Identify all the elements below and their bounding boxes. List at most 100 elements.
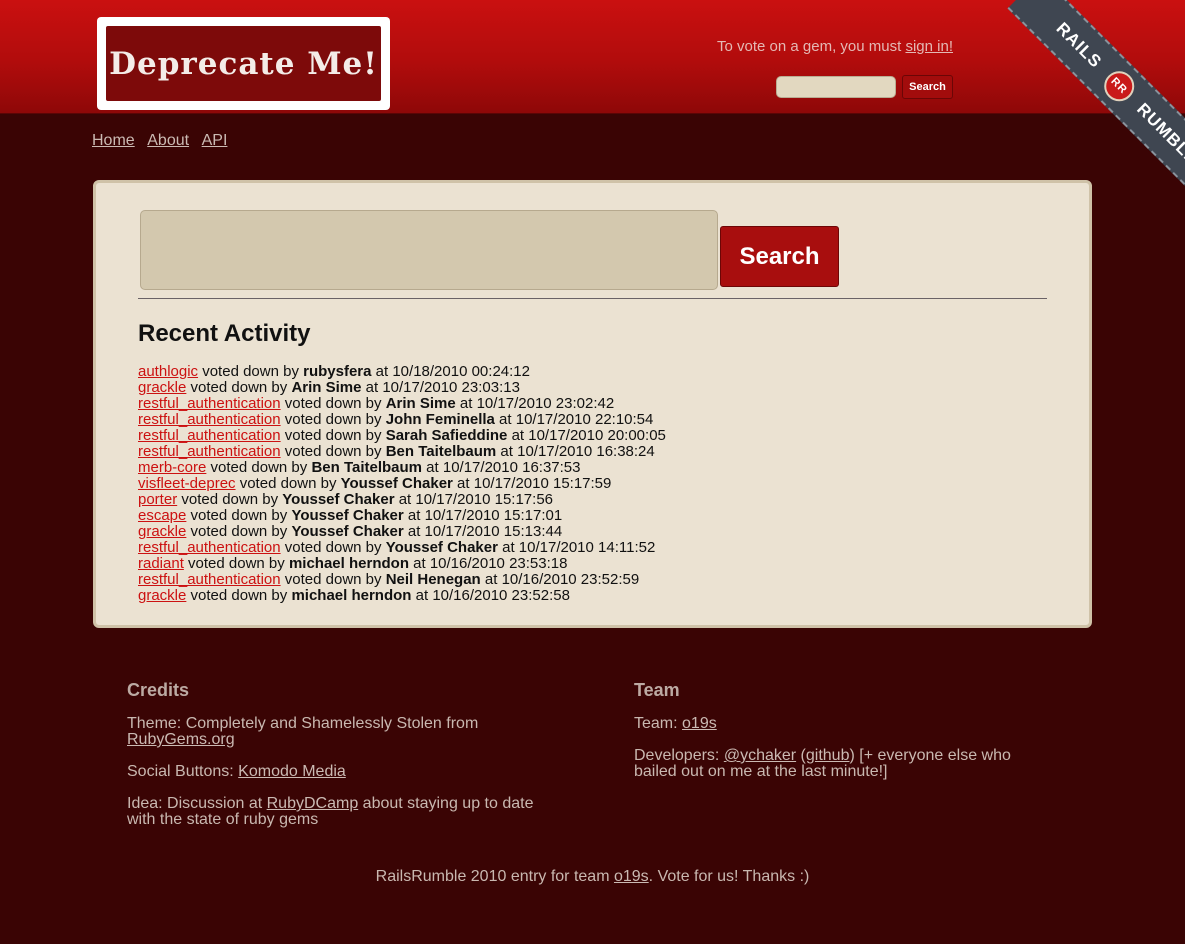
activity-item: restful_authentication voted down by Ari…	[138, 396, 666, 412]
footer-note: RailsRumble 2010 entry for team o19s. Vo…	[0, 868, 1185, 886]
activity-user: michael herndon	[288, 555, 409, 572]
gem-link[interactable]: merb-core	[138, 459, 206, 476]
developers-line: Developers: @ychaker (github) [+ everyon…	[634, 747, 1011, 780]
activity-action: voted down by	[186, 587, 292, 604]
activity-user: Sarah Safieddine	[385, 427, 508, 444]
header-search-input[interactable]	[776, 76, 896, 98]
header-search-button[interactable]: Search	[902, 75, 953, 99]
social-credit: Social Buttons: Komodo Media	[127, 764, 557, 780]
sign-in-prompt-text: To vote on a gem, you must	[717, 38, 906, 55]
activity-user: rubysfera	[303, 363, 372, 380]
credits-section: Credits Theme: Completely and Shamelessl…	[127, 680, 557, 844]
footer-note-suffix: . Vote for us! Thanks :)	[648, 868, 810, 885]
team-heading: Team	[634, 680, 680, 700]
activity-action: voted down by	[280, 395, 386, 412]
activity-item: restful_authentication voted down by Joh…	[138, 412, 666, 428]
activity-item: grackle voted down by Youssef Chaker at …	[138, 524, 666, 540]
gem-link[interactable]: restful_authentication	[138, 411, 281, 428]
activity-time: at 10/17/2010 20:00:05	[507, 427, 666, 444]
activity-item: authlogic voted down by rubysfera at 10/…	[138, 364, 666, 380]
sign-in-prompt: To vote on a gem, you must sign in!	[717, 38, 953, 55]
activity-item: visfleet-deprec voted down by Youssef Ch…	[138, 476, 666, 492]
divider	[138, 298, 1047, 299]
activity-time: at 10/16/2010 23:52:58	[411, 587, 570, 604]
gem-link[interactable]: grackle	[138, 587, 186, 604]
gem-link[interactable]: authlogic	[138, 363, 198, 380]
activity-item: escape voted down by Youssef Chaker at 1…	[138, 508, 666, 524]
activity-action: voted down by	[280, 411, 386, 428]
main-nav: Home About API	[92, 132, 236, 150]
activity-user: John Feminella	[385, 411, 495, 428]
content-panel: Search Recent Activity authlogic voted d…	[93, 180, 1092, 628]
activity-time: at 10/17/2010 16:38:24	[496, 443, 655, 460]
gem-link[interactable]: grackle	[138, 379, 186, 396]
activity-time: at 10/16/2010 23:52:59	[480, 571, 640, 588]
activity-item: radiant voted down by michael herndon at…	[138, 556, 666, 572]
activity-user: Youssef Chaker	[282, 491, 395, 508]
logo-text: Deprecate Me!	[109, 45, 378, 82]
activity-action: voted down by	[280, 539, 386, 556]
gem-search-input[interactable]	[140, 210, 718, 290]
gem-link[interactable]: visfleet-deprec	[138, 475, 236, 492]
gem-link[interactable]: grackle	[138, 523, 186, 540]
activity-user: Youssef Chaker	[385, 539, 498, 556]
activity-time: at 10/17/2010 16:37:53	[422, 459, 581, 476]
gem-link[interactable]: restful_authentication	[138, 443, 281, 460]
activity-user: michael herndon	[291, 587, 412, 604]
activity-heading: Recent Activity	[138, 320, 311, 347]
activity-action: voted down by	[280, 443, 386, 460]
rubygems-link[interactable]: RubyGems.org	[127, 731, 235, 748]
gem-link[interactable]: restful_authentication	[138, 571, 281, 588]
activity-user: Youssef Chaker	[291, 523, 404, 540]
gem-link[interactable]: restful_authentication	[138, 395, 281, 412]
activity-time: at 10/17/2010 15:17:56	[394, 491, 554, 508]
gem-search-button[interactable]: Search	[720, 226, 839, 287]
activity-time: at 10/17/2010 14:11:52	[497, 539, 656, 556]
activity-action: voted down by	[198, 363, 304, 380]
activity-time: at 10/17/2010 15:17:01	[403, 507, 563, 524]
gem-link[interactable]: escape	[138, 507, 186, 524]
sign-in-link[interactable]: sign in!	[905, 38, 953, 55]
footer-note-text: RailsRumble 2010 entry for team	[375, 868, 614, 885]
github-link[interactable]: github	[806, 747, 850, 764]
site-logo[interactable]: Deprecate Me!	[97, 17, 390, 110]
activity-time: at 10/16/2010 23:53:18	[408, 555, 568, 572]
nav-api[interactable]: API	[202, 132, 228, 149]
nav-home[interactable]: Home	[92, 132, 135, 149]
komodo-media-link[interactable]: Komodo Media	[238, 763, 346, 780]
team-section: Team Team: o19s Developers: @ychaker (gi…	[634, 680, 1034, 796]
activity-item: restful_authentication voted down by Sar…	[138, 428, 666, 444]
activity-action: voted down by	[186, 523, 292, 540]
gem-link[interactable]: restful_authentication	[138, 427, 281, 444]
activity-user: Youssef Chaker	[340, 475, 453, 492]
nav-about[interactable]: About	[147, 132, 189, 149]
team-text: Team:	[634, 715, 683, 732]
activity-item: restful_authentication voted down by Ben…	[138, 444, 666, 460]
rails-rumble-badge-icon: RR	[1097, 64, 1141, 108]
activity-item: porter voted down by Youssef Chaker at 1…	[138, 492, 666, 508]
team-o19s-link[interactable]: o19s	[682, 715, 717, 732]
gem-link[interactable]: radiant	[138, 555, 184, 572]
activity-user: Arin Sime	[291, 379, 362, 396]
rubydcamp-link[interactable]: RubyDCamp	[267, 795, 359, 812]
idea-text: Idea: Discussion at	[127, 795, 267, 812]
activity-time: at 10/18/2010 00:24:12	[371, 363, 530, 380]
credits-heading: Credits	[127, 680, 190, 700]
gem-link[interactable]: porter	[138, 491, 177, 508]
team-line: Team: o19s	[634, 716, 1034, 732]
ribbon-right-text: RUMBLE	[1133, 99, 1185, 169]
activity-item: merb-core voted down by Ben Taitelbaum a…	[138, 460, 666, 476]
theme-text: Theme: Completely and Shamelessly Stolen…	[127, 715, 479, 732]
activity-user: Ben Taitelbaum	[385, 443, 497, 460]
ychaker-link[interactable]: @ychaker	[724, 747, 796, 764]
activity-action: voted down by	[186, 507, 292, 524]
activity-item: restful_authentication voted down by You…	[138, 540, 666, 556]
dev-text: Developers:	[634, 747, 724, 764]
gem-link[interactable]: restful_authentication	[138, 539, 281, 556]
activity-action: voted down by	[177, 491, 283, 508]
activity-list: authlogic voted down by rubysfera at 10/…	[138, 364, 666, 604]
activity-item: restful_authentication voted down by Nei…	[138, 572, 666, 588]
idea-credit: Idea: Discussion at RubyDCamp about stay…	[127, 796, 557, 828]
footer-o19s-link[interactable]: o19s	[614, 868, 649, 885]
activity-action: voted down by	[280, 427, 386, 444]
